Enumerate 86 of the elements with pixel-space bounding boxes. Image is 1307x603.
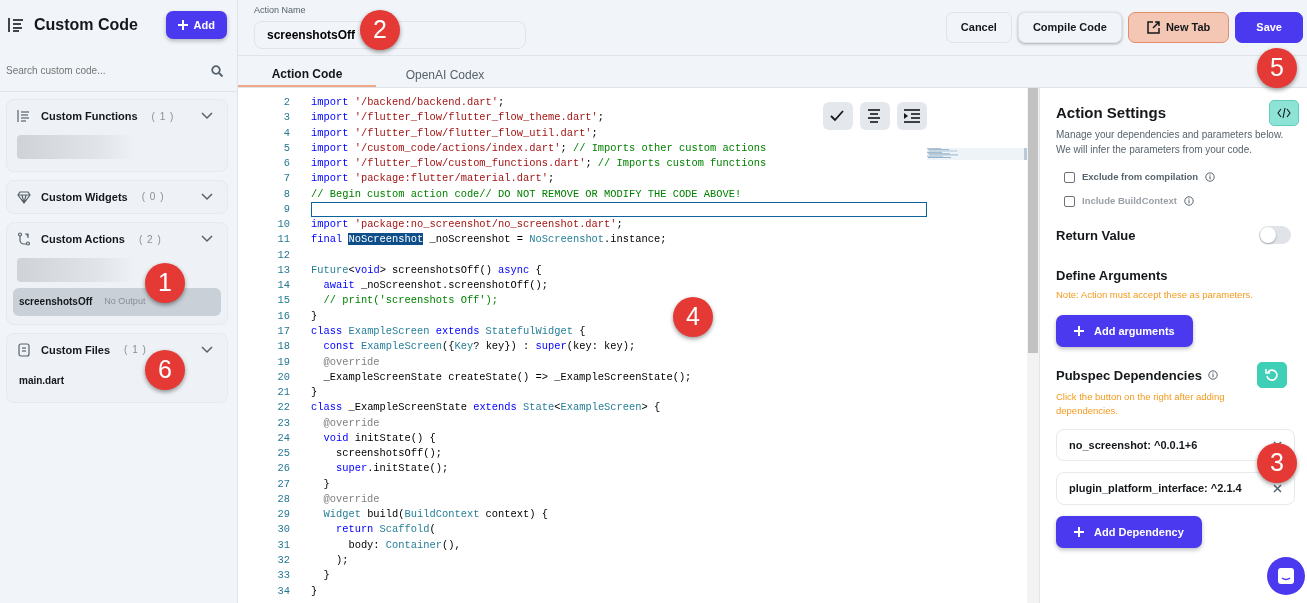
section-heading: Return Value bbox=[1056, 226, 1136, 245]
line-number: 14 bbox=[276, 278, 290, 294]
code-line: } bbox=[311, 385, 318, 401]
item-name: screenshotsOff bbox=[19, 295, 93, 309]
dependency-name: no_screenshot: ^0.0.1+6 bbox=[1069, 437, 1198, 453]
section-count: ( 0 ) bbox=[141, 190, 165, 205]
line-number: 24 bbox=[276, 430, 290, 446]
code-line: final NoScreenshot _noScreenshot = NoScreenshot.instance; bbox=[311, 232, 667, 248]
line-number: 28 bbox=[276, 491, 290, 507]
code-line: body: Container(), bbox=[347, 537, 461, 553]
panel-title: Action Settings bbox=[1056, 102, 1166, 123]
section-heading: Pubspec Dependencies bbox=[1056, 366, 1202, 385]
code-line: Future<void> screenshotsOff() async { bbox=[311, 262, 542, 278]
code-line: // Begin custom action code// DO NOT REMOVE OR MODIFY THE CODE ABOVE! bbox=[311, 186, 742, 202]
checkbox-label: Include BuildContext bbox=[1082, 194, 1177, 209]
code-line: void initState() { bbox=[322, 430, 436, 446]
code-line: import '/custom_code/actions/index.dart'; // Imports other custom actions bbox=[311, 140, 767, 156]
item-note: No Output bbox=[104, 294, 146, 308]
section-heading: Define Arguments bbox=[1056, 267, 1169, 285]
line-number: 20 bbox=[276, 369, 290, 385]
code-line: const ExampleScreen({Key? key}) : super(key: key); bbox=[322, 339, 636, 355]
line-number: 8 bbox=[282, 186, 290, 202]
note-text: Note: Action must accept these as parameters. bbox=[1056, 287, 1254, 302]
code-line: } bbox=[311, 583, 318, 599]
code-line: // print('screenshots Off'); bbox=[322, 293, 499, 309]
line-number: 3 bbox=[282, 110, 290, 126]
code-line: screenshotsOff(); bbox=[334, 446, 442, 462]
line-number: 16 bbox=[276, 308, 290, 324]
field-label: Action Name bbox=[254, 4, 307, 18]
dependency-name: plugin_platform_interface: ^2.1.4 bbox=[1069, 481, 1242, 497]
code-line: } bbox=[322, 568, 330, 584]
panel-description: Manage your dependencies and parameters below. We will infer the parameters from your code. bbox=[1056, 128, 1285, 157]
code-line: class _ExampleScreenState extends State<ExampleScreen> { bbox=[311, 400, 661, 416]
code-line: } bbox=[311, 308, 318, 324]
code-line: import '/flutter_flow/custom_functions.dart'; // Imports custom functions bbox=[311, 156, 767, 172]
line-number: 30 bbox=[276, 522, 290, 538]
line-number: 31 bbox=[276, 537, 290, 553]
line-number: 12 bbox=[276, 247, 290, 263]
code-line: ); bbox=[334, 552, 349, 568]
line-number: 34 bbox=[276, 583, 290, 599]
line-number: 6 bbox=[282, 156, 290, 172]
code-line: import '/backend/backend.dart'; bbox=[311, 95, 505, 110]
line-number: 32 bbox=[276, 552, 290, 568]
line-number: 2 bbox=[282, 95, 290, 110]
line-number: 18 bbox=[276, 339, 290, 355]
code-line: await _noScreenshot.screenshotOff(); bbox=[322, 278, 548, 294]
section-count: ( 2 ) bbox=[138, 232, 162, 247]
line-number: 13 bbox=[276, 262, 290, 278]
line-number: 17 bbox=[276, 324, 290, 339]
line-number: 33 bbox=[276, 568, 290, 584]
checkbox-label: Exclude from compilation bbox=[1082, 170, 1199, 184]
code-line: Widget build(BuildContext context) { bbox=[322, 507, 548, 523]
step-number-tooltip: 2 bbox=[360, 10, 400, 50]
line-number: 15 bbox=[276, 293, 290, 309]
line-number: 22 bbox=[276, 400, 290, 416]
note-text: Click the button on the right after adding dependencies. bbox=[1056, 390, 1226, 417]
line-number: 23 bbox=[276, 415, 290, 431]
line-number: 26 bbox=[276, 461, 290, 477]
line-number: 7 bbox=[282, 171, 290, 187]
line-number: 19 bbox=[276, 354, 290, 370]
line-number: 27 bbox=[276, 476, 290, 492]
line-number: 21 bbox=[276, 385, 290, 401]
line-number: 11 bbox=[276, 232, 290, 248]
step-number-tooltip: 5 bbox=[1257, 48, 1297, 88]
line-number: 5 bbox=[282, 140, 290, 156]
section-count: ( 1 ) bbox=[124, 343, 147, 358]
code-line: @override bbox=[322, 491, 380, 507]
code-line: import 'package:flutter/material.dart'; bbox=[311, 171, 555, 187]
code-line: @override bbox=[322, 415, 380, 431]
line-number: 25 bbox=[276, 446, 290, 462]
code-line: _ExampleScreenState createState() => _ExampleScreenState(); bbox=[322, 369, 692, 385]
code-line: @override bbox=[322, 354, 380, 370]
code-line: super.initState(); bbox=[334, 461, 449, 477]
code-line: import '/flutter_flow/flutter_flow_util.dart'; bbox=[311, 125, 598, 141]
line-number: 9 bbox=[282, 201, 290, 217]
line-number: 10 bbox=[276, 217, 290, 233]
section-count: ( 1 ) bbox=[151, 109, 175, 124]
code-line: import '/flutter_flow/flutter_flow_theme.dart'; bbox=[311, 110, 605, 126]
line-number: 29 bbox=[276, 507, 290, 523]
code-line: } bbox=[322, 476, 330, 492]
code-line: import 'package:no_screenshot/no_screenshot.dart'; bbox=[311, 217, 623, 233]
item-name: main.dart bbox=[19, 373, 64, 388]
sidebar-title: Custom Code bbox=[34, 15, 138, 35]
code-line: class ExampleScreen extends StatefulWidget { bbox=[311, 324, 586, 339]
code-line: return Scaffold( bbox=[334, 522, 436, 538]
line-number: 4 bbox=[282, 125, 290, 141]
